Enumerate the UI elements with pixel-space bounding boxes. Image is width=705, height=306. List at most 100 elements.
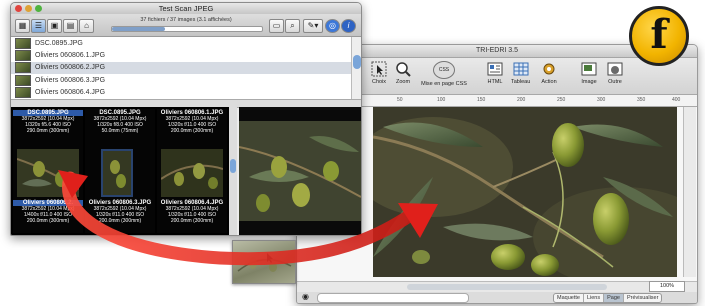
scan-title-bar[interactable]: Test Scan JPEG bbox=[11, 3, 361, 14]
html-icon bbox=[487, 61, 503, 77]
tool-label: Action bbox=[541, 79, 557, 85]
thumb-focal: 200.0mm (300mm) bbox=[170, 218, 214, 224]
ruler-mark: 350 bbox=[637, 97, 646, 103]
image-file-icon bbox=[15, 87, 31, 99]
browser-toolbar: ▦ ☰ ▣ ▤ ⌂ 37 fichiers / 37 images (3.1 a… bbox=[11, 14, 361, 37]
minimize-icon[interactable] bbox=[25, 5, 32, 12]
file-name: Oliviers 060806.4.JPG bbox=[35, 89, 106, 97]
mode-previsualiser[interactable]: Prévisualiser bbox=[624, 294, 661, 302]
search-icon[interactable]: ⌕ bbox=[285, 19, 300, 33]
list-item[interactable]: Oliviers 060806.1.JPG bbox=[11, 49, 351, 62]
file-name: Oliviers 060806.1.JPG bbox=[35, 52, 106, 60]
ruler-mark: 400 bbox=[672, 97, 681, 103]
select-icon bbox=[371, 61, 387, 77]
view-list-icon[interactable]: ☰ bbox=[31, 19, 46, 33]
status-bar: ◉ Maquette Liens Page Prévisualiser bbox=[297, 292, 697, 303]
tool-label: Image bbox=[581, 79, 597, 85]
ruler-mark: 50 bbox=[397, 97, 403, 103]
scroll-thumb[interactable] bbox=[230, 159, 236, 173]
thumb-focal: 200.0mm (300mm) bbox=[98, 218, 142, 224]
dragged-image-thumbnail[interactable] bbox=[232, 240, 296, 284]
action-icon bbox=[541, 61, 557, 77]
scroll-thumb[interactable] bbox=[407, 284, 607, 290]
file-name: DSC.0895.JPG bbox=[35, 39, 83, 47]
tool-html[interactable]: HTML bbox=[487, 61, 503, 85]
olive-thumbnail bbox=[101, 149, 133, 197]
ruler-mark: 100 bbox=[437, 97, 446, 103]
scan-jpeg-window: Test Scan JPEG ▦ ☰ ▣ ▤ ⌂ 37 fichiers / 3… bbox=[10, 2, 362, 236]
file-count: 37 fichiers / 37 images (3.1 affichées) bbox=[140, 17, 232, 23]
view-compare-icon[interactable]: ▤ bbox=[63, 19, 78, 33]
view-slideshow-icon[interactable]: ▣ bbox=[47, 19, 62, 33]
window-title: Test Scan JPEG bbox=[158, 4, 214, 13]
olive-thumbnail bbox=[161, 149, 223, 197]
thumbnail-cell[interactable]: Oliviers 060806.2. 3872x2592 (10.04 Mpx)… bbox=[13, 147, 83, 233]
thumb-focal: 200.0mm (300mm) bbox=[26, 218, 70, 224]
thumbnail-cell[interactable]: Oliviers 060806.4.JPG 3872x2592 (10.04 M… bbox=[157, 147, 227, 233]
vertical-scrollbar[interactable] bbox=[683, 107, 696, 277]
image-file-icon bbox=[15, 50, 31, 62]
logo-letter: f bbox=[650, 11, 668, 58]
horizontal-scrollbar[interactable] bbox=[297, 281, 697, 292]
thumbnail-grid: DSC.0895.JPG 3872x2592 (10.04 Mpx) 1/320… bbox=[11, 107, 229, 235]
tool-outre[interactable]: Outre bbox=[607, 61, 623, 85]
thumbnail-cell[interactable]: Oliviers 060806.3.JPG 3872x2592 (10.04 M… bbox=[85, 147, 155, 233]
zoom-window-icon[interactable] bbox=[35, 5, 42, 12]
zoom-icon bbox=[395, 61, 411, 77]
tool-image[interactable]: Image bbox=[581, 61, 597, 85]
tool-label: Mise en page CSS bbox=[421, 81, 467, 87]
slider-left-icon[interactable]: ⌂ bbox=[79, 19, 94, 33]
list-item[interactable]: Oliviers 060806.3.JPG bbox=[11, 74, 351, 86]
tool-label: HTML bbox=[487, 79, 503, 85]
tool-label: Choix bbox=[371, 79, 387, 85]
tool-choix[interactable]: Choix bbox=[371, 61, 387, 85]
image-preview[interactable] bbox=[239, 107, 361, 235]
list-item[interactable]: Oliviers 060806.4.JPG bbox=[11, 87, 351, 99]
css-icon: CSS bbox=[433, 61, 455, 79]
outre-icon bbox=[607, 61, 623, 77]
app-logo: f bbox=[629, 6, 689, 66]
magnifier-icon[interactable]: ◎ bbox=[325, 19, 340, 33]
thumb-focal: 290.0mm (300mm) bbox=[26, 128, 70, 134]
mode-page[interactable]: Page bbox=[604, 294, 624, 302]
tool-zoom[interactable]: Zoom bbox=[395, 61, 411, 85]
image-file-icon bbox=[15, 74, 31, 86]
image-icon bbox=[581, 61, 597, 77]
ruler-mark: 200 bbox=[517, 97, 526, 103]
ruler-mark: 150 bbox=[477, 97, 486, 103]
thumb-focal: 200.0mm (300mm) bbox=[170, 128, 214, 134]
action-menu-icon[interactable]: ✎▾ bbox=[303, 19, 323, 33]
image-file-icon bbox=[15, 37, 31, 49]
table-icon bbox=[513, 61, 529, 77]
olive-thumbnail bbox=[17, 149, 79, 197]
file-list: DSC.0895.JPG Oliviers 060806.1.JPG Olivi… bbox=[11, 37, 351, 99]
file-list-scrollbar[interactable] bbox=[351, 37, 361, 99]
tool-label: Outre bbox=[608, 79, 622, 85]
list-item[interactable]: Oliviers 060806.2.JPG bbox=[11, 61, 351, 75]
ruler-mark: 250 bbox=[557, 97, 566, 103]
list-item[interactable]: DSC.0895.JPG bbox=[11, 37, 351, 49]
window-title: TRI-EDRI 3.5 bbox=[475, 47, 518, 54]
thumbnail-size-slider[interactable] bbox=[111, 26, 263, 32]
view-grid-icon[interactable]: ▦ bbox=[15, 19, 30, 33]
help-icon[interactable]: i bbox=[341, 19, 356, 33]
zoom-level[interactable]: 100% bbox=[649, 281, 685, 292]
ruler-mark: 300 bbox=[597, 97, 606, 103]
window-controls bbox=[15, 5, 42, 12]
mode-maquette[interactable]: Maquette bbox=[554, 294, 584, 302]
tool-mise-en-page-css[interactable]: CSS Mise en page CSS bbox=[421, 61, 467, 87]
image-file-icon bbox=[15, 62, 31, 74]
slider-fill bbox=[112, 27, 165, 31]
info-panel-icon[interactable]: ▭ bbox=[269, 19, 284, 33]
close-icon[interactable] bbox=[15, 5, 22, 12]
scroll-thumb[interactable] bbox=[353, 55, 361, 69]
tool-label: Zoom bbox=[395, 79, 411, 85]
olive-photo[interactable] bbox=[373, 107, 677, 277]
globe-icon[interactable]: ◉ bbox=[302, 292, 309, 301]
tool-tableau[interactable]: Tableau bbox=[511, 61, 530, 85]
status-url-field[interactable] bbox=[317, 293, 469, 303]
view-mode-selector: Maquette Liens Page Prévisualiser bbox=[553, 293, 663, 303]
tool-action[interactable]: Action bbox=[541, 61, 557, 85]
grid-scrollbar[interactable] bbox=[229, 107, 237, 235]
mode-liens[interactable]: Liens bbox=[584, 294, 605, 302]
